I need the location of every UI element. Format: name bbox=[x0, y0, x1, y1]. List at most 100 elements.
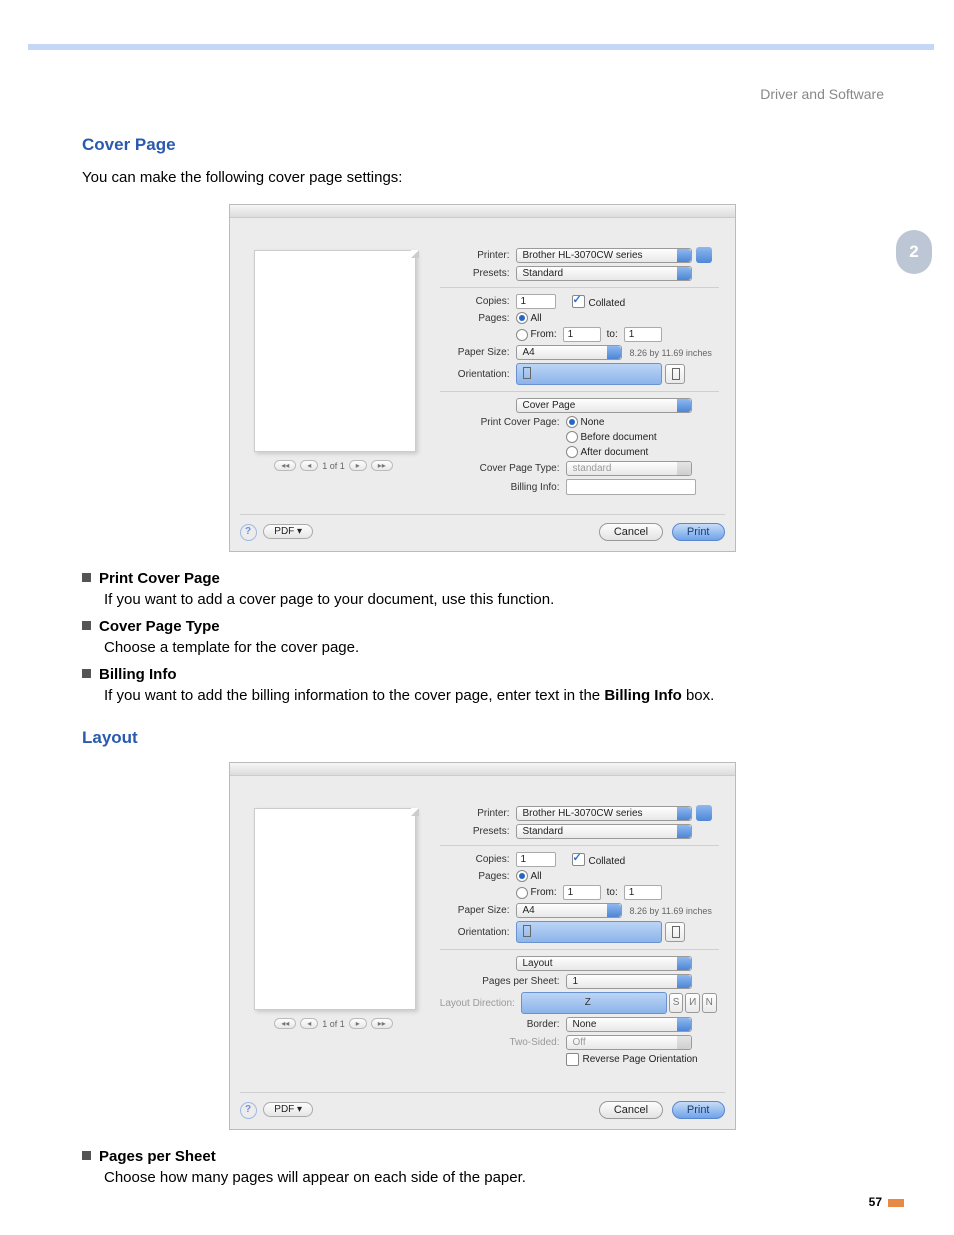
help-button[interactable]: ? bbox=[240, 1102, 257, 1119]
dialog-titlebar bbox=[230, 763, 735, 776]
printer-collapse-button[interactable] bbox=[696, 805, 712, 821]
orientation-portrait-button[interactable] bbox=[516, 921, 662, 943]
print-dialog-layout: ◂◂ ◂ 1 of 1 ▸ ▸▸ Printer: Brother HL-307… bbox=[229, 762, 736, 1130]
pages-from-label: From: bbox=[531, 887, 557, 898]
papersize-note: 8.26 by 11.69 inches bbox=[630, 348, 712, 358]
billing-info-label: Billing Info: bbox=[440, 482, 566, 493]
pcp-none-label: None bbox=[581, 417, 605, 428]
printer-select[interactable]: Brother HL-3070CW series bbox=[516, 806, 692, 821]
pages-to-input[interactable]: 1 bbox=[624, 327, 662, 342]
pages-from-input[interactable]: 1 bbox=[563, 327, 601, 342]
two-sided-label: Two-Sided: bbox=[440, 1037, 566, 1048]
pages-all-radio[interactable] bbox=[516, 870, 528, 882]
bullet-pages-per-sheet-desc: Choose how many pages will appear on eac… bbox=[104, 1169, 882, 1186]
pages-from-input[interactable]: 1 bbox=[563, 885, 601, 900]
nav-next-button[interactable]: ▸ bbox=[349, 460, 367, 471]
page-number-accent bbox=[888, 1199, 904, 1207]
pcp-after-radio[interactable] bbox=[566, 446, 578, 458]
copies-label: Copies: bbox=[440, 296, 516, 307]
nav-last-button[interactable]: ▸▸ bbox=[371, 460, 393, 471]
section-cover-page-lead: You can make the following cover page se… bbox=[82, 169, 882, 186]
nav-prev-button[interactable]: ◂ bbox=[300, 460, 318, 471]
two-sided-select[interactable]: Off bbox=[566, 1035, 692, 1050]
cancel-button[interactable]: Cancel bbox=[599, 523, 663, 541]
bullet-pages-per-sheet: Pages per Sheet bbox=[82, 1148, 882, 1165]
cover-page-type-select[interactable]: standard bbox=[566, 461, 692, 476]
copies-input[interactable]: 1 bbox=[516, 852, 556, 867]
pcp-after-label: After document bbox=[581, 447, 649, 458]
pdf-menu-button[interactable]: PDF ▾ bbox=[263, 1102, 313, 1117]
pages-per-sheet-select[interactable]: 1 bbox=[566, 974, 692, 989]
nav-prev-button[interactable]: ◂ bbox=[300, 1018, 318, 1029]
copies-input[interactable]: 1 bbox=[516, 294, 556, 309]
preview-nav: ◂◂ ◂ 1 of 1 ▸ ▸▸ bbox=[254, 460, 414, 471]
top-accent-bar bbox=[28, 44, 934, 50]
pages-from-radio[interactable] bbox=[516, 329, 528, 341]
print-button[interactable]: Print bbox=[672, 523, 725, 541]
preview-nav: ◂◂ ◂ 1 of 1 ▸ ▸▸ bbox=[254, 1018, 414, 1029]
orientation-label: Orientation: bbox=[440, 927, 516, 938]
collated-label: Collated bbox=[589, 856, 626, 867]
billing-info-input[interactable] bbox=[566, 479, 696, 495]
bullet-billing-info-desc: If you want to add the billing informati… bbox=[104, 687, 882, 704]
orientation-landscape-button[interactable] bbox=[665, 364, 685, 384]
pages-to-label: to: bbox=[607, 887, 618, 898]
print-cover-page-label: Print Cover Page: bbox=[440, 417, 566, 428]
layout-dir-s-button[interactable]: S bbox=[669, 993, 684, 1013]
pages-to-input[interactable]: 1 bbox=[624, 885, 662, 900]
breadcrumb: Driver and Software bbox=[760, 86, 884, 102]
layout-dir-n-button[interactable]: И bbox=[685, 993, 700, 1013]
page-preview bbox=[254, 808, 416, 1010]
cover-page-type-label: Cover Page Type: bbox=[440, 463, 566, 474]
papersize-select[interactable]: A4 bbox=[516, 903, 622, 918]
nav-first-button[interactable]: ◂◂ bbox=[274, 460, 296, 471]
presets-label: Presets: bbox=[440, 826, 516, 837]
pdf-menu-button[interactable]: PDF ▾ bbox=[263, 524, 313, 539]
nav-page-indicator: 1 of 1 bbox=[322, 461, 345, 471]
reverse-orientation-checkbox[interactable] bbox=[566, 1053, 579, 1066]
bullet-billing-info: Billing Info bbox=[82, 666, 882, 683]
collated-checkbox[interactable] bbox=[572, 853, 585, 866]
pcp-before-label: Before document bbox=[581, 432, 657, 443]
pages-all-label: All bbox=[531, 313, 542, 324]
pages-all-label: All bbox=[531, 871, 542, 882]
printer-label: Printer: bbox=[440, 808, 516, 819]
orientation-landscape-button[interactable] bbox=[665, 922, 685, 942]
panel-select[interactable]: Layout bbox=[516, 956, 692, 971]
pages-all-radio[interactable] bbox=[516, 312, 528, 324]
orientation-label: Orientation: bbox=[440, 369, 516, 380]
panel-select[interactable]: Cover Page bbox=[516, 398, 692, 413]
page-preview bbox=[254, 250, 416, 452]
papersize-select[interactable]: A4 bbox=[516, 345, 622, 360]
nav-first-button[interactable]: ◂◂ bbox=[274, 1018, 296, 1029]
pcp-before-radio[interactable] bbox=[566, 431, 578, 443]
printer-select[interactable]: Brother HL-3070CW series bbox=[516, 248, 692, 263]
bullet-cover-page-type-desc: Choose a template for the cover page. bbox=[104, 639, 882, 656]
nav-next-button[interactable]: ▸ bbox=[349, 1018, 367, 1029]
nav-page-indicator: 1 of 1 bbox=[322, 1019, 345, 1029]
nav-last-button[interactable]: ▸▸ bbox=[371, 1018, 393, 1029]
collated-checkbox[interactable] bbox=[572, 295, 585, 308]
pages-label: Pages: bbox=[440, 871, 516, 882]
presets-select[interactable]: Standard bbox=[516, 266, 692, 281]
pcp-none-radio[interactable] bbox=[566, 416, 578, 428]
pages-label: Pages: bbox=[440, 313, 516, 324]
layout-direction-label: Layout Direction: bbox=[440, 998, 521, 1009]
section-cover-page-title: Cover Page bbox=[82, 135, 882, 155]
presets-select[interactable]: Standard bbox=[516, 824, 692, 839]
reverse-orientation-label: Reverse Page Orientation bbox=[583, 1054, 698, 1065]
border-select[interactable]: None bbox=[566, 1017, 692, 1032]
section-layout-title: Layout bbox=[82, 728, 882, 748]
bullet-cover-page-type: Cover Page Type bbox=[82, 618, 882, 635]
orientation-portrait-button[interactable] bbox=[516, 363, 662, 385]
cancel-button[interactable]: Cancel bbox=[599, 1101, 663, 1119]
layout-dir-m-button[interactable]: N bbox=[702, 993, 717, 1013]
printer-collapse-button[interactable] bbox=[696, 247, 712, 263]
chapter-tab: 2 bbox=[896, 230, 932, 274]
printer-label: Printer: bbox=[440, 250, 516, 261]
layout-dir-z-button[interactable]: Z bbox=[521, 992, 667, 1014]
pages-from-radio[interactable] bbox=[516, 887, 528, 899]
print-button[interactable]: Print bbox=[672, 1101, 725, 1119]
bullet-print-cover-page: Print Cover Page bbox=[82, 570, 882, 587]
help-button[interactable]: ? bbox=[240, 524, 257, 541]
